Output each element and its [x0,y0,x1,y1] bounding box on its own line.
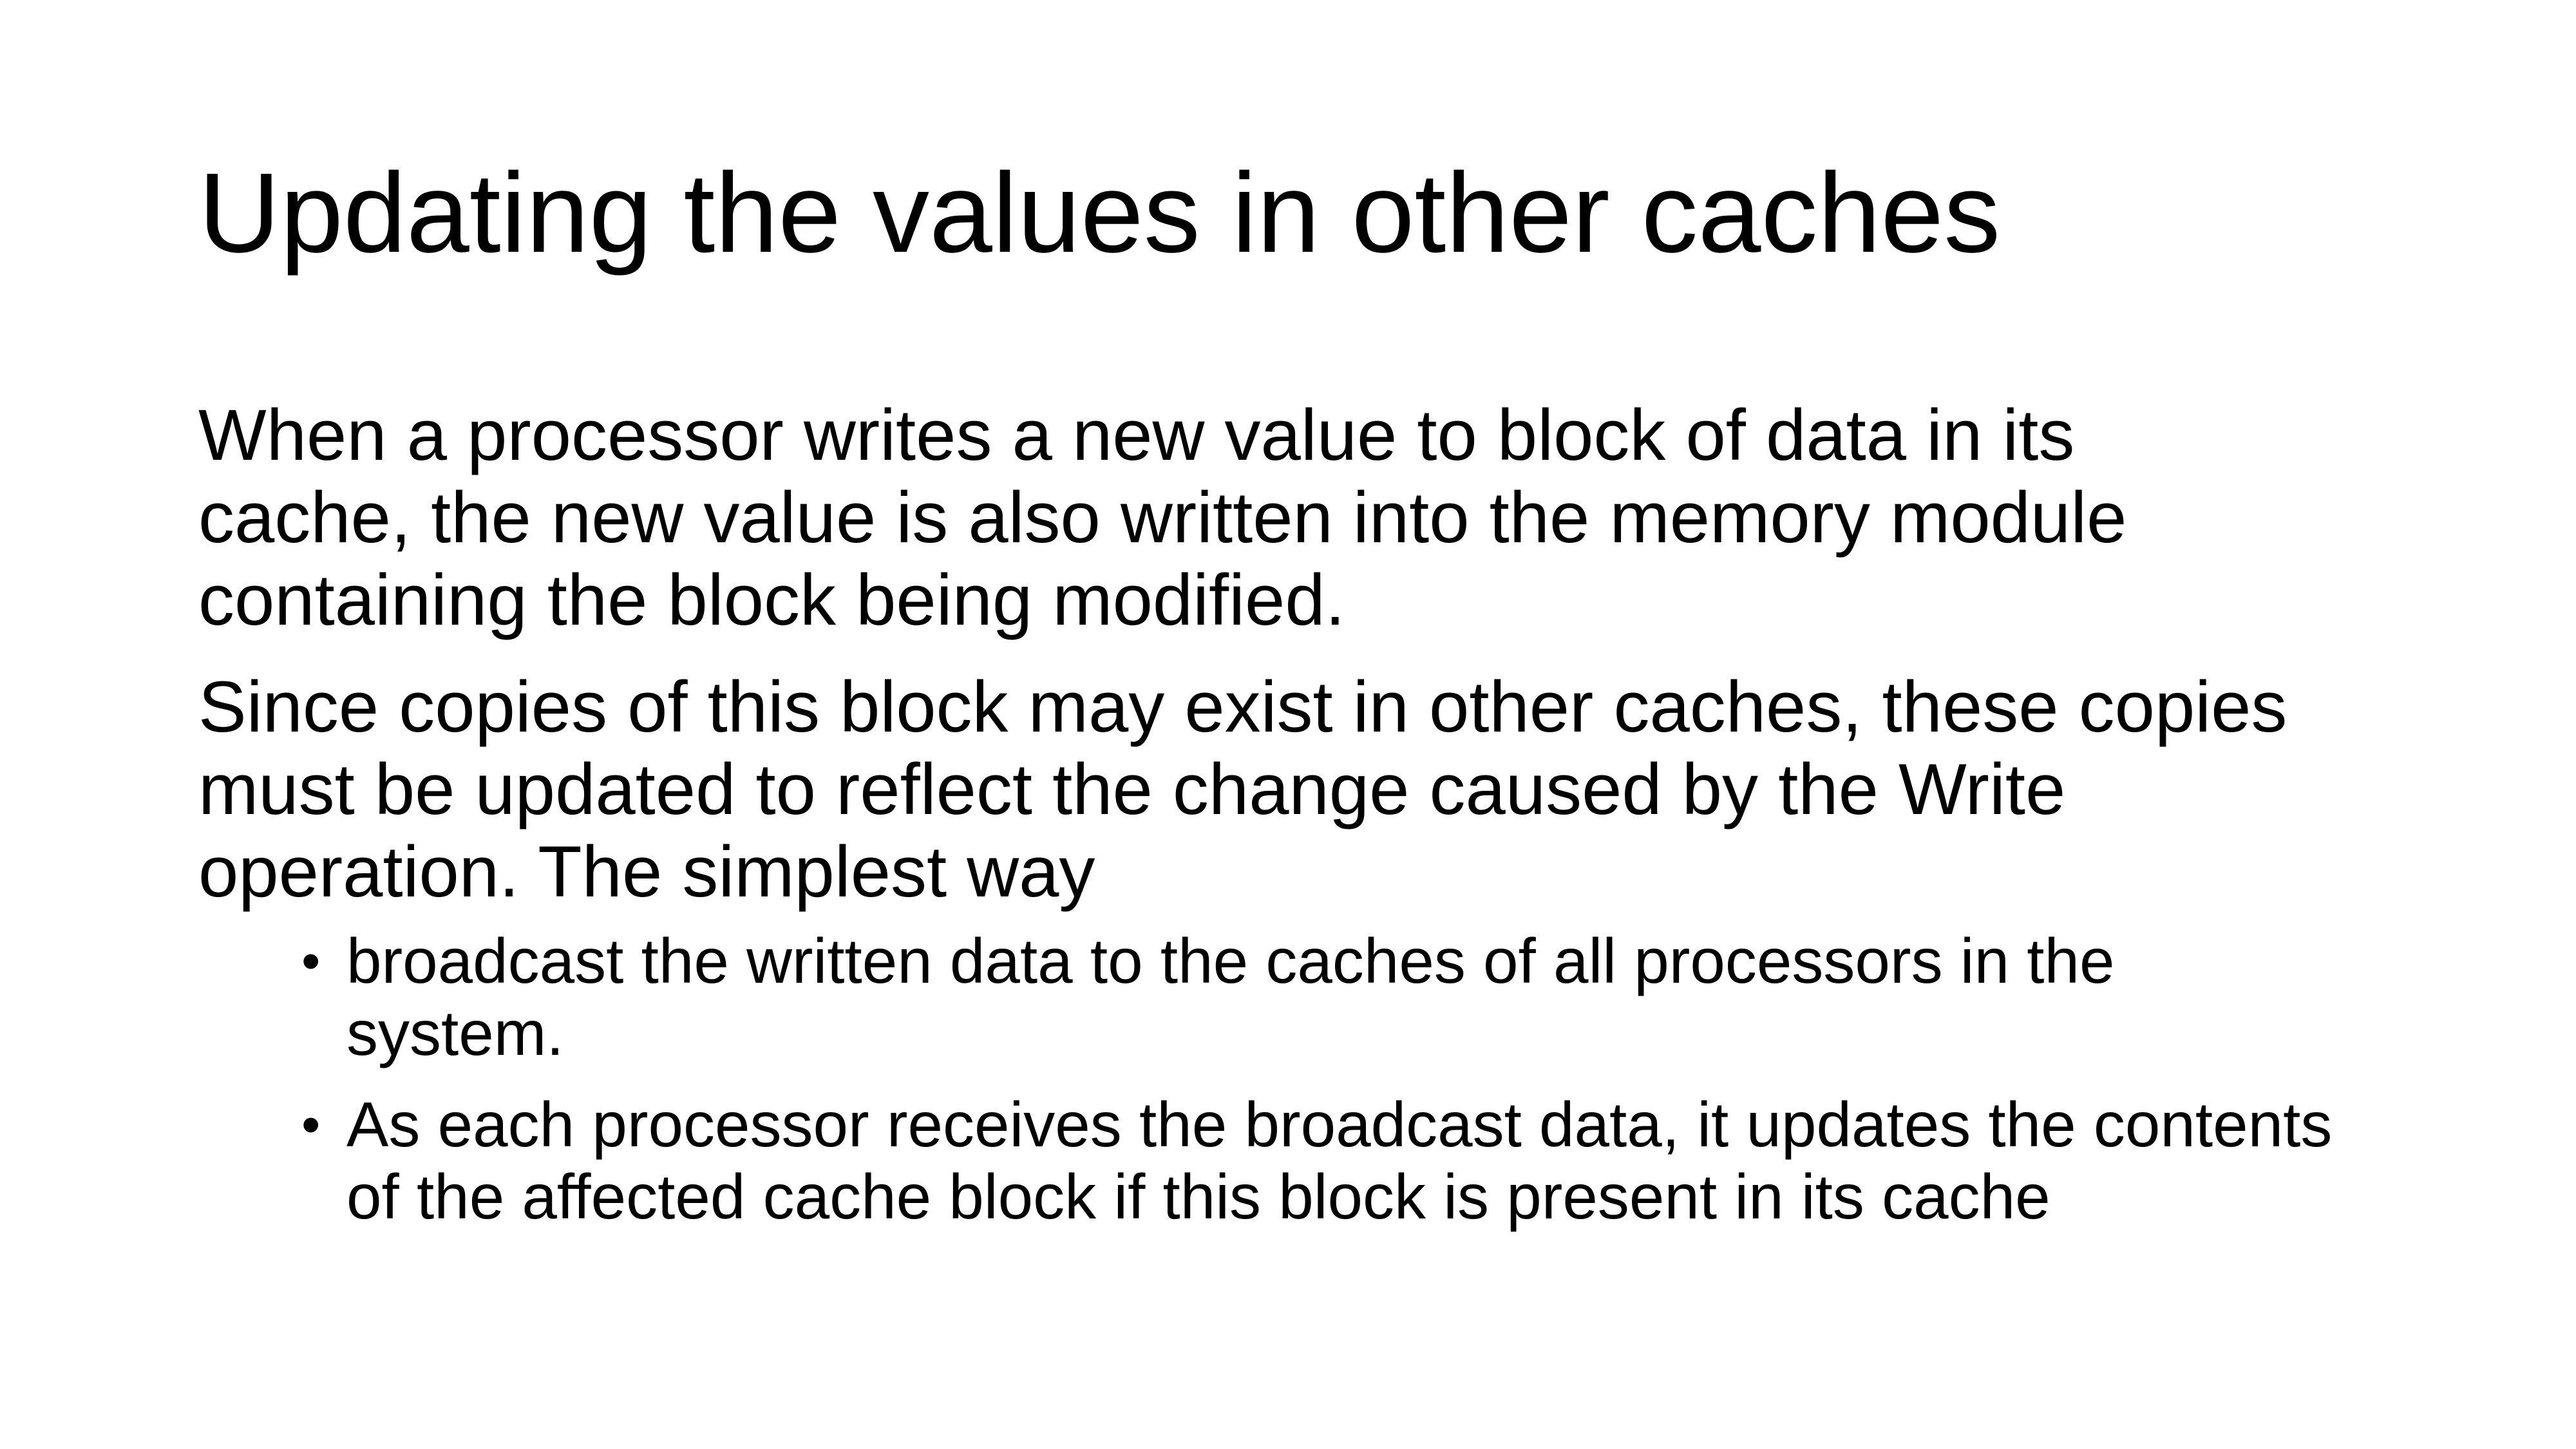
bullet-line: As each processor receives the broadcast… [346,1089,2333,1160]
bullet-line: of the affected cache block if this bloc… [346,1161,2050,1232]
paragraph-line: operation. The simplest way [198,831,1095,912]
bullet-item-receive-update: • As each processor receives the broadca… [301,1088,2439,1233]
bullet-dot-icon: • [301,1094,321,1155]
bullet-dot-icon: • [301,931,321,991]
paragraph-line: must be updated to reflect the change ca… [198,749,2066,829]
paragraph-copies-update: Since copies of this block may exist in … [198,666,2439,913]
paragraph-line: When a processor writes a new value to b… [198,395,2075,475]
bullet-line: system. [346,998,564,1068]
slide: Updating the values in other caches When… [0,0,2576,1449]
slide-title: Updating the values in other caches [198,150,2001,276]
paragraph-line: cache, the new value is also written int… [198,477,2127,558]
paragraph-line: containing the block being modified. [198,560,1345,640]
paragraph-write-through: When a processor writes a new value to b… [198,394,2439,641]
bullet-line: broadcast the written data to the caches… [346,925,2115,996]
bullet-list: • broadcast the written data to the cach… [198,925,2439,1233]
bullet-item-broadcast: • broadcast the written data to the cach… [301,925,2439,1069]
slide-body: When a processor writes a new value to b… [198,394,2439,1252]
paragraph-line: Since copies of this block may exist in … [198,667,2287,747]
